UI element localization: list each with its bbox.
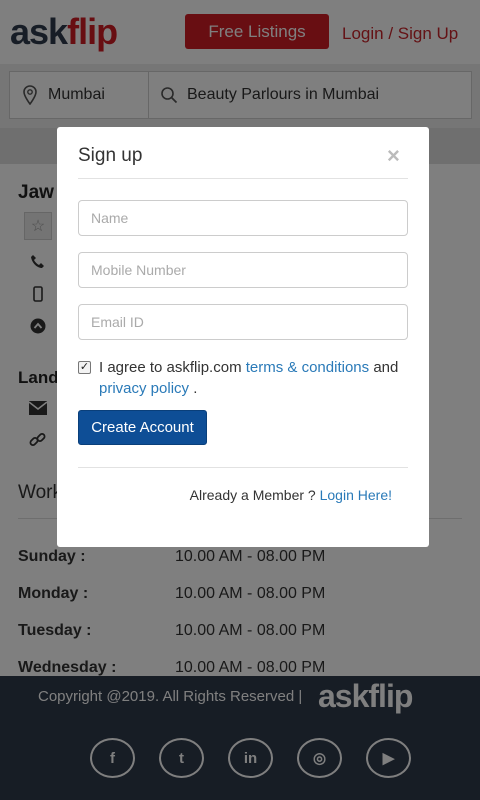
agree-checkbox[interactable]: ✓ (78, 361, 91, 374)
terms-link[interactable]: terms & conditions (246, 359, 369, 376)
divider (78, 178, 408, 179)
close-icon[interactable]: × (387, 143, 400, 169)
create-account-button[interactable]: Create Account (78, 410, 207, 445)
name-field[interactable] (78, 200, 408, 236)
agree-text: I agree to askflip.com (99, 359, 242, 376)
terms-agreement: ✓ I agree to askflip.com terms & conditi… (78, 357, 408, 399)
email-field[interactable] (78, 304, 408, 340)
signup-modal: Sign up × ✓ I agree to askflip.com terms… (57, 127, 429, 547)
and-text: and (373, 359, 399, 376)
divider (78, 467, 408, 468)
member-question: Already a Member ? (189, 487, 316, 503)
already-member-text: Already a Member ? Login Here! (190, 487, 392, 503)
agree-suffix: . (193, 380, 198, 397)
privacy-policy-link[interactable]: privacy policy (99, 380, 189, 397)
modal-title: Sign up (78, 145, 143, 166)
login-here-link[interactable]: Login Here! (320, 487, 392, 503)
mobile-number-field[interactable] (78, 252, 408, 288)
